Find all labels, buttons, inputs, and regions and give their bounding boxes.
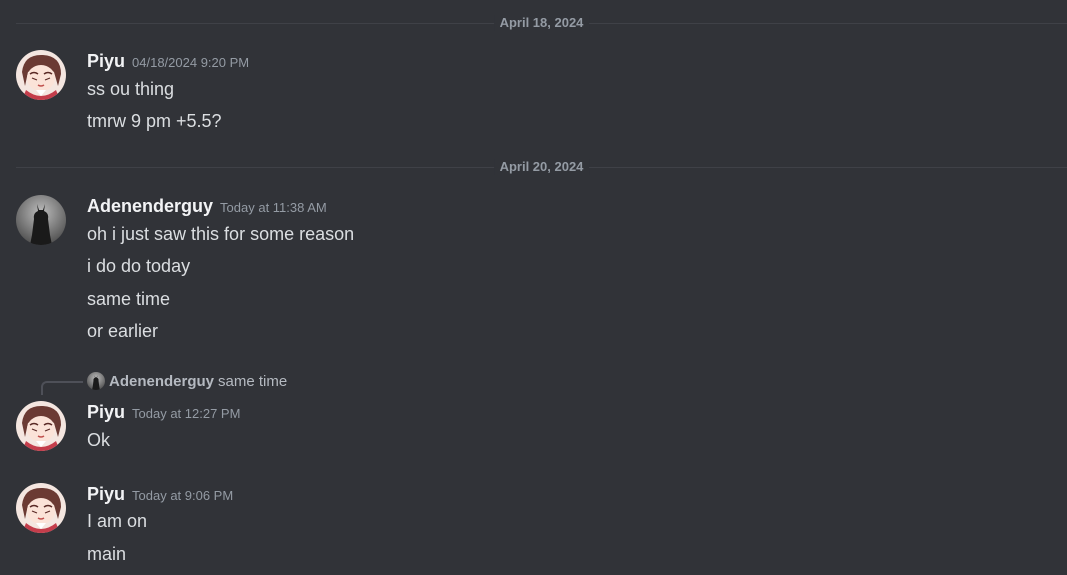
date-divider: April 18, 2024 xyxy=(16,15,1067,31)
date-divider-label: April 18, 2024 xyxy=(493,15,590,31)
message-header: Adenenderguy Today at 11:38 AM xyxy=(87,195,327,219)
author-name[interactable]: Adenenderguy xyxy=(87,196,213,216)
message-timestamp[interactable]: Today at 9:06 PM xyxy=(132,488,233,503)
message-text: oh i just saw this for some reason xyxy=(87,224,355,244)
piyu-avatar-icon[interactable] xyxy=(16,50,66,100)
piyu-avatar-icon[interactable] xyxy=(16,483,66,533)
author-name[interactable]: Piyu xyxy=(87,51,125,71)
message-text: tmrw 9 pm +5.5? xyxy=(87,111,222,131)
message-timestamp[interactable]: 04/18/2024 9:20 PM xyxy=(132,55,249,70)
message-timestamp[interactable]: Today at 11:38 AM xyxy=(220,200,327,215)
message-timestamp[interactable]: Today at 12:27 PM xyxy=(132,406,240,421)
adenenderguy-mini-avatar-icon xyxy=(87,372,105,390)
reply-author[interactable]: Adenenderguy xyxy=(109,373,214,390)
message-text: Ok xyxy=(87,430,111,450)
message-text: I am on xyxy=(87,511,148,531)
reply-text[interactable]: same time xyxy=(218,373,287,390)
author-name[interactable]: Piyu xyxy=(87,402,125,422)
chat-messages: April 18, 2024 Piyu 04/18/2024 9:20 PM ss… xyxy=(0,0,1067,575)
date-divider: April 20, 2024 xyxy=(16,159,1067,175)
adenenderguy-avatar-icon[interactable] xyxy=(16,195,66,245)
piyu-avatar-icon[interactable] xyxy=(16,401,66,451)
reply-spine xyxy=(41,381,83,395)
message-text: i do do today xyxy=(87,256,191,276)
message-header: Piyu Today at 12:27 PM xyxy=(87,401,240,425)
date-divider-label: April 20, 2024 xyxy=(493,159,590,175)
message-header: Piyu 04/18/2024 9:20 PM xyxy=(87,50,249,74)
message-text: main xyxy=(87,544,127,564)
message-header: Piyu Today at 9:06 PM xyxy=(87,483,233,507)
message-text: ss ou thing xyxy=(87,79,175,99)
message-text: same time xyxy=(87,289,171,309)
author-name[interactable]: Piyu xyxy=(87,484,125,504)
message-text: or earlier xyxy=(87,321,159,341)
reply-reference[interactable]: Adenenderguy same time xyxy=(87,372,287,392)
